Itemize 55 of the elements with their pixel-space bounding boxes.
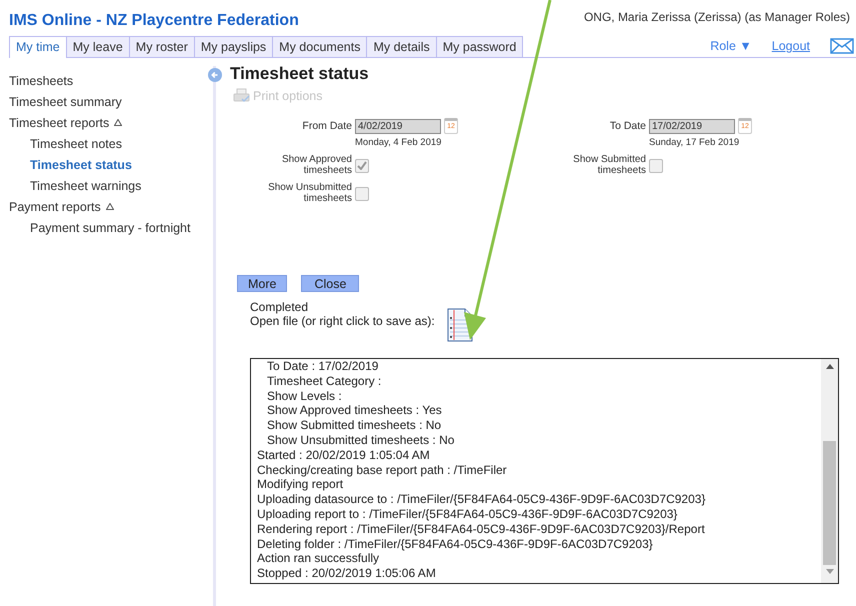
mail-icon[interactable]: [830, 38, 854, 54]
open-file-text: Open file (or right click to save as):: [250, 314, 435, 328]
date-field[interactable]: 4/02/2019: [355, 118, 441, 134]
log-line: To Date : 17/02/2019: [266, 359, 380, 374]
log-line: Modifying report: [257, 477, 344, 492]
status-text: Completed: [250, 300, 310, 314]
tab[interactable]: My documents: [272, 36, 368, 57]
date-field[interactable]: 17/02/2019: [649, 118, 735, 134]
tab[interactable]: My details: [366, 36, 437, 57]
log-line: Uploading report to : /TimeFiler/{5F84FA64-05C9-436F-9D9F-6AC03D7C9203}: [257, 506, 678, 522]
logout-link[interactable]: Logout: [772, 39, 810, 53]
log-line: Checking/creating base report path : /TimeFiler: [257, 462, 508, 478]
date-label: To Date: [608, 120, 646, 132]
log-line: Timesheet Category :: [266, 374, 382, 389]
user-name: ONG, Maria Zerissa (Zerissa) (as Manager Roles): [584, 9, 850, 24]
tab[interactable]: My leave: [66, 36, 130, 57]
sidebar-item[interactable]: Payment reports: [9, 200, 101, 214]
sidebar-item[interactable]: Timesheet notes: [30, 136, 122, 150]
tab[interactable]: My payslips: [194, 36, 274, 57]
tab[interactable]: My roster: [128, 36, 195, 57]
log-line: Action ran successfully: [257, 551, 380, 566]
page-title: Timesheet status: [230, 64, 370, 84]
printer-icon: [233, 88, 251, 104]
scroll-down-arrow-icon[interactable]: [826, 569, 834, 575]
expanded-triangle-icon[interactable]: [114, 119, 122, 126]
log-line: Show Submitted timesheets : No: [266, 418, 442, 433]
sidebar-item[interactable]: Timesheet reports: [9, 116, 110, 130]
scroll-up-arrow-icon[interactable]: [826, 363, 834, 369]
sidebar-item[interactable]: Payment summary - fortnight: [30, 220, 190, 234]
app-title: IMS Online - NZ Playcentre Federation: [9, 12, 299, 30]
sidebar-item[interactable]: Timesheet warnings: [30, 178, 142, 192]
sidebar-item[interactable]: Timesheets: [9, 74, 74, 88]
log-line: Show Approved timesheets : Yes: [266, 403, 443, 418]
log-line: Show Levels :: [266, 388, 343, 404]
role-menu[interactable]: Role ▼: [710, 39, 752, 53]
checkbox-label: Show Approved timesheets: [280, 155, 352, 176]
tab[interactable]: My time: [9, 36, 67, 58]
expanded-triangle-icon[interactable]: [106, 203, 114, 210]
close-button[interactable]: Close: [301, 275, 360, 292]
log-line: Stopped : 20/02/2019 1:05:06 AM: [257, 566, 437, 581]
day-text: Monday, 4 Feb 2019: [355, 137, 442, 148]
sidebar-item[interactable]: Timesheet summary: [9, 94, 122, 108]
log-line: Deleting folder : /TimeFiler/{5F84FA64-05C9-436F-9D9F-6AC03D7C9203}: [257, 536, 654, 552]
more-button[interactable]: More: [237, 275, 288, 292]
log-line: Rendering report : /TimeFiler/{5F84FA64-05C9-436F-9D9F-6AC03D7C9203}/Report: [257, 522, 706, 537]
log-line: Show Unsubmitted timesheets : No: [266, 432, 456, 448]
day-text: Sunday, 17 Feb 2019: [649, 137, 740, 148]
log-line: Uploading datasource to : /TimeFiler/{5F84FA64-05C9-436F-9D9F-6AC03D7C9203}: [257, 492, 706, 507]
scrollbar[interactable]: [821, 359, 838, 583]
sidebar-item[interactable]: Timesheet status: [30, 158, 132, 172]
date-label: From Date: [301, 120, 352, 132]
tab[interactable]: My password: [436, 36, 524, 57]
log-line: Started : 20/02/2019 1:05:04 AM: [257, 448, 431, 463]
checkbox-label: Show Unsubmitted timesheets: [267, 183, 352, 204]
checkbox-label: Show Submitted timesheets: [572, 155, 646, 176]
